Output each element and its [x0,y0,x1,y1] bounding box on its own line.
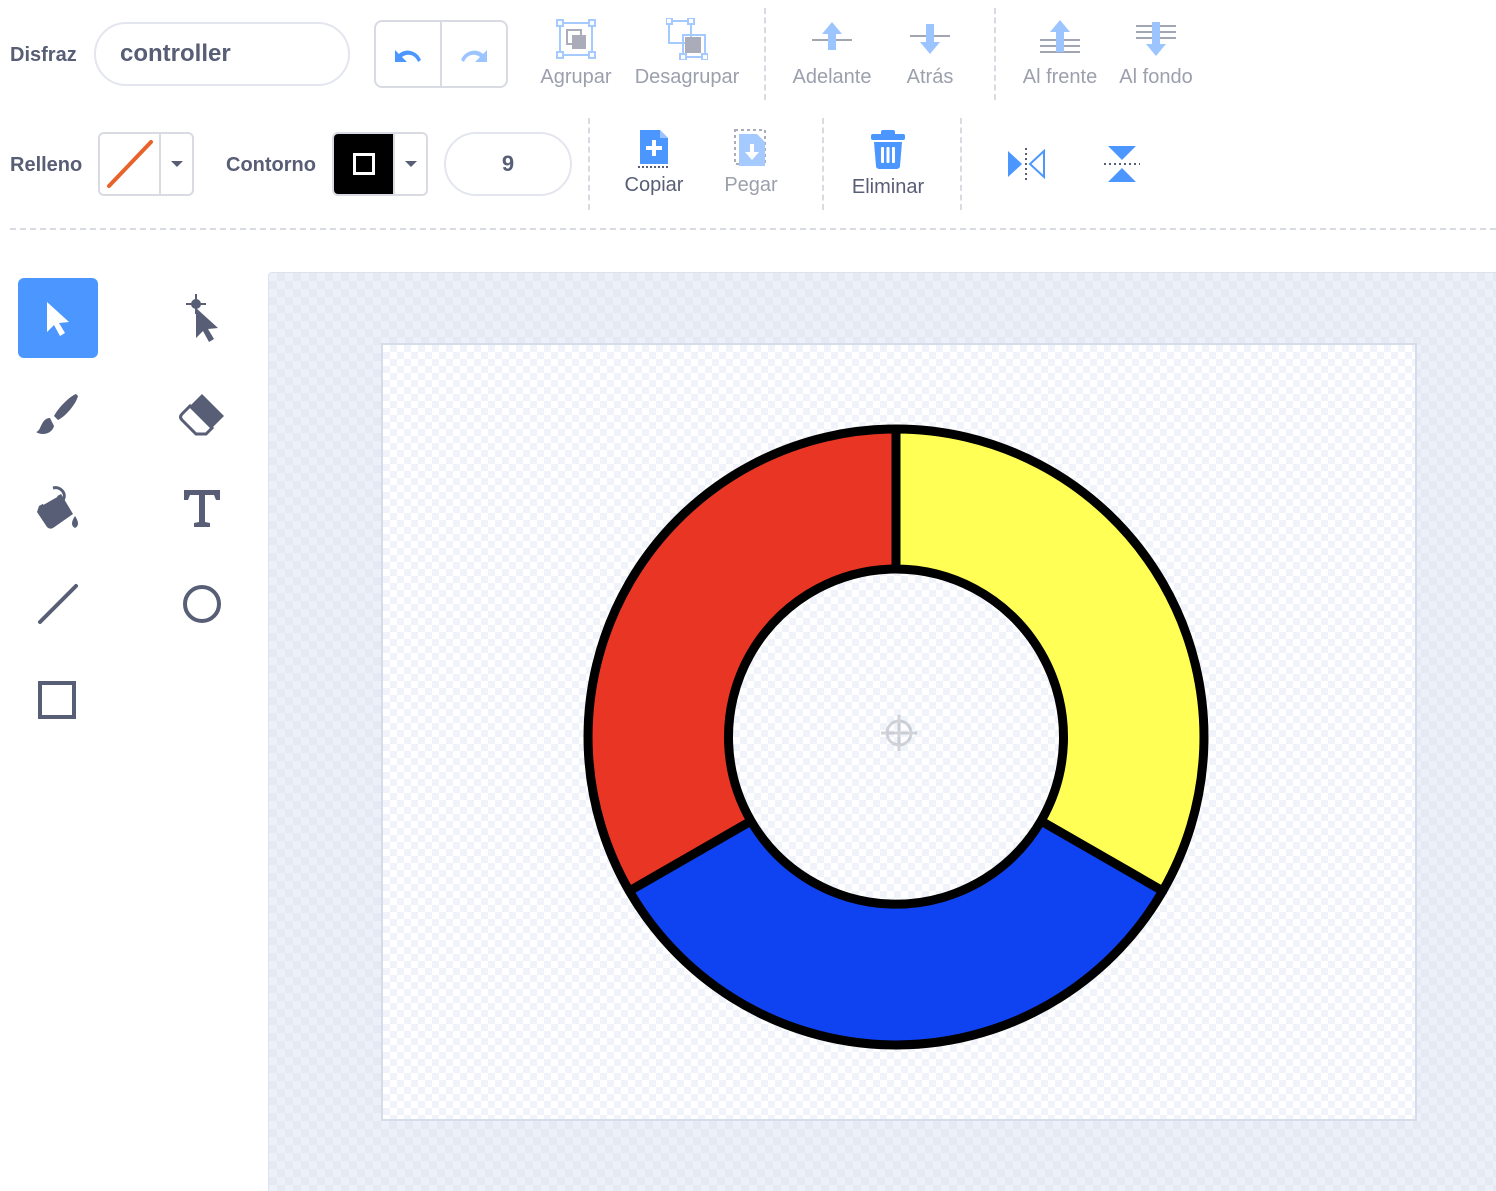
to-back-button[interactable]: Al fondo [1114,18,1198,89]
fill-swatch [100,134,159,194]
paste-button[interactable]: Pegar [716,128,786,197]
to-front-button[interactable]: Al frente [1018,18,1102,89]
fill-color-picker[interactable] [98,132,194,196]
separator [822,118,824,210]
to-back-label: Al fondo [1119,66,1193,88]
delete-button[interactable]: Eliminar [846,128,930,199]
backward-label: Atrás [906,66,954,88]
delete-label: Eliminar [851,176,925,198]
line-tool[interactable] [18,564,98,644]
trash-icon [871,130,905,169]
fill-dropdown[interactable] [159,134,192,194]
separator [960,118,962,210]
line-icon [38,584,78,624]
group-icon [556,19,596,59]
flip-vertical-icon [1104,146,1140,182]
rectangle-tool[interactable] [18,660,98,740]
undo-redo-group [374,20,508,88]
circle-icon [183,585,221,623]
separator [764,8,766,100]
backward-button[interactable]: Atrás [896,18,964,89]
copy-label: Copiar [624,174,684,196]
ungroup-label: Desagrupar [634,66,740,88]
costume-drawing[interactable] [383,345,1415,1119]
caret-down-icon [404,161,417,167]
ungroup-icon [666,18,708,60]
flip-vertical-button[interactable] [1098,140,1146,188]
outline-dropdown[interactable] [393,134,426,194]
toolbar-divider [10,228,1496,230]
eraser-icon [179,394,224,436]
redo-icon [461,50,487,62]
text-tool[interactable] [162,468,242,548]
copy-button[interactable]: Copiar [618,128,690,197]
backward-arrow-icon [910,24,950,54]
brush-tool[interactable] [18,374,98,454]
flip-horizontal-button[interactable] [1002,142,1050,186]
reshape-icon [186,294,218,342]
costume-center-icon [881,715,917,751]
group-label: Agrupar [540,66,612,88]
no-fill-icon [106,140,153,188]
separator [994,8,996,100]
circle-tool[interactable] [162,564,242,644]
ring-segment-red[interactable] [583,424,901,896]
select-tool[interactable] [18,278,98,358]
text-icon [184,490,220,527]
flip-horizontal-icon [1008,148,1045,180]
outline-color-picker[interactable] [332,132,428,196]
outline-swatch [334,134,394,194]
redo-button[interactable] [440,22,506,86]
paint-canvas-area[interactable] [268,272,1496,1191]
outline-square-icon [352,153,375,175]
ring-segment-blue[interactable] [624,816,1168,1050]
outline-size-input[interactable] [444,132,572,196]
reshape-tool[interactable] [162,278,242,358]
artboard[interactable] [381,343,1417,1121]
rectangle-icon [38,681,76,719]
forward-button[interactable]: Adelante [788,18,876,89]
group-button[interactable]: Agrupar [536,18,616,89]
caret-down-icon [170,161,183,167]
fill-bucket-icon [37,486,78,529]
to-front-icon [1040,20,1080,53]
costume-label: Disfraz [10,44,77,66]
brush-icon [36,394,78,434]
paste-label: Pegar [724,174,778,196]
select-arrow-icon [47,302,69,336]
outline-label: Contorno [226,154,316,176]
forward-label: Adelante [792,66,872,88]
copy-icon [638,130,670,168]
to-back-icon [1136,22,1176,56]
undo-button[interactable] [376,22,440,86]
fill-label: Relleno [10,154,83,176]
undo-icon [395,50,421,62]
to-front-label: Al frente [1022,66,1098,88]
separator [588,118,590,210]
costume-name-input[interactable] [94,22,350,86]
fill-tool[interactable] [18,468,98,548]
ungroup-button[interactable]: Desagrupar [632,18,742,89]
eraser-tool[interactable] [162,374,242,454]
forward-arrow-icon [812,22,852,50]
paste-icon [734,129,766,166]
